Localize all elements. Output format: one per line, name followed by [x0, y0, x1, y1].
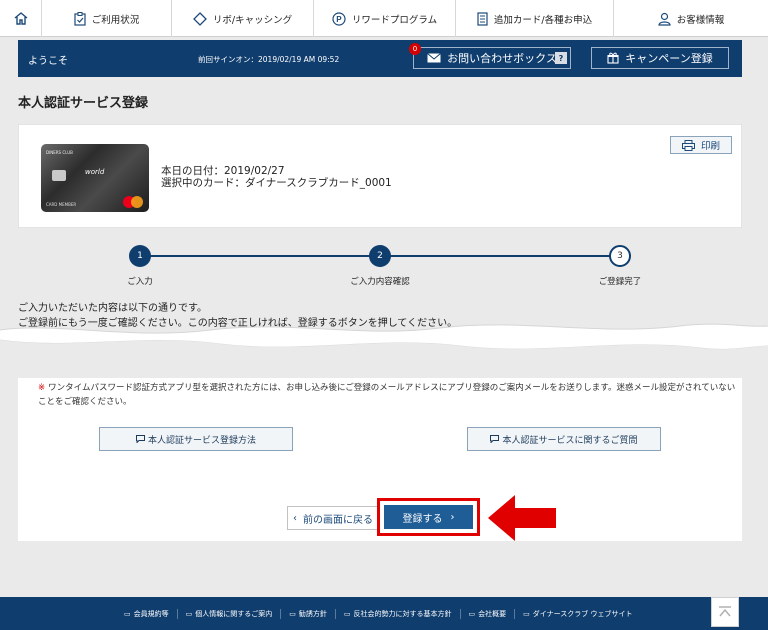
footer-link[interactable]: ▭ ダイナースクラブ ウェブサイト [515, 609, 640, 619]
step-2-circle: 2 [369, 245, 391, 267]
mastercard-logo-icon [123, 196, 143, 208]
nav-item-label: お客様情報 [676, 14, 725, 26]
intro-line-1: ご入力いただいた内容は以下の通りです。 [18, 303, 207, 314]
nav-item-customer-info[interactable]: お客様情報 [614, 0, 768, 37]
gift-icon [607, 52, 619, 64]
faq-link-button[interactable]: 本人認証サービスに関するご質問 [467, 427, 661, 451]
print-button[interactable]: 印刷 [670, 136, 732, 154]
welcome-bar: ようこそ 前回サインオン：2019/02/19 AM 09:52 0 お問い合わ… [18, 40, 742, 77]
step-1-circle: 1 [129, 245, 151, 267]
inquiry-box-label: お問い合わせボックス [447, 52, 557, 65]
notice-mark: ※ [38, 383, 46, 393]
nav-item-label: リワードプログラム [351, 14, 438, 26]
form-action-bar: ‹ 前の画面に戻る 登録する › [18, 498, 742, 537]
mail-icon [427, 53, 441, 63]
svg-text:P: P [336, 15, 342, 24]
speech-bubble-icon [135, 435, 145, 443]
back-to-top-button[interactable] [711, 597, 739, 627]
welcome-greeting: ようこそ [28, 56, 68, 67]
speech-bubble-icon [490, 435, 500, 443]
notice-body: ワンタイムパスワード認証方式アプリ型を選択された方には、お申し込み後にご登録のメ… [38, 383, 736, 407]
person-icon [658, 12, 671, 26]
nav-item-label: ご利用状況 [91, 14, 140, 26]
step-3-label: ご登録完了 [598, 277, 642, 287]
howto-link-label: 本人認証サービス登録方法 [147, 435, 256, 446]
printer-icon [681, 139, 695, 151]
home-button[interactable] [0, 0, 42, 37]
back-button[interactable]: ‹ 前の画面に戻る [287, 506, 379, 530]
speech-bubble-icon: ▭ [523, 609, 530, 618]
footer-link[interactable]: ▭ 勧誘方針 [281, 608, 336, 619]
back-button-label: 前の画面に戻る [303, 514, 373, 526]
faq-link-label: 本人認証サービスに関するご質問 [502, 435, 638, 446]
nav-item-revolving[interactable]: リボ/キャッシング [172, 0, 314, 37]
help-button[interactable]: ? [555, 52, 567, 64]
selected-card: 選択中のカード：ダイナースクラブカード_0001 [161, 177, 392, 189]
today-date: 本日の日付：2019/02/27 [161, 165, 285, 177]
clipboard-check-icon [74, 11, 86, 26]
campaign-register-button[interactable]: キャンペーン登録 [591, 47, 729, 69]
nav-item-applications[interactable]: 追加カード/各種お申込 [456, 0, 614, 37]
nav-item-label: リボ/キャッシング [212, 14, 293, 26]
step-3-circle: 3 [609, 245, 631, 267]
p-circle-icon: P [332, 11, 346, 26]
step-2-label: ご入力内容確認 [350, 277, 410, 287]
nav-item-usage[interactable]: ご利用状況 [42, 0, 172, 37]
footer-link[interactable]: ▭ 個人情報に関するご案内 [178, 608, 282, 619]
submit-register-button[interactable]: 登録する › [384, 505, 473, 529]
submit-button-label: 登録する [402, 513, 443, 525]
howto-link-button[interactable]: 本人認証サービス登録方法 [99, 427, 293, 451]
diamond-icon [192, 11, 207, 26]
nav-item-label: 追加カード/各種お申込 [493, 14, 593, 26]
chevron-left-icon: ‹ [293, 512, 297, 524]
footer-link[interactable]: ▭ 会員規約等 [116, 608, 178, 619]
inquiry-count-badge: 0 [409, 43, 421, 55]
speech-bubble-icon: ▭ [468, 609, 476, 618]
nav-item-rewards[interactable]: P リワードプログラム [314, 0, 456, 37]
arrow-up-icon [719, 606, 731, 617]
notice-text: ※ ワンタイムパスワード認証方式アプリ型を選択された方には、お申し込み後にご登録の… [38, 382, 738, 409]
page-title: 本人認証サービス登録 [18, 96, 149, 111]
home-icon [14, 12, 27, 25]
footer-link[interactable]: ▭ 反社会的勢力に対する基本方針 [336, 608, 461, 619]
card-info-panel: DINERS CLUB world CARD MEMBER 本日の日付：2019… [18, 124, 742, 228]
speech-bubble-icon: ▭ [185, 609, 193, 618]
card-member-text: CARD MEMBER [46, 202, 77, 207]
credit-card-image: DINERS CLUB world CARD MEMBER [41, 144, 149, 212]
print-label: 印刷 [700, 141, 720, 152]
footer: ▭ 会員規約等 ▭ 個人情報に関するご案内 ▭ 勧誘方針 ▭ 反社会的勢力に対する基本方… [0, 597, 768, 630]
inquiry-box-button[interactable]: 0 お問い合わせボックス [409, 43, 571, 69]
card-brand-text: world [85, 168, 105, 176]
last-signin: 前回サインオン：2019/02/19 AM 09:52 [198, 55, 340, 64]
card-issuer-text: DINERS CLUB [46, 150, 73, 155]
card-chip [52, 170, 66, 181]
document-icon [477, 11, 488, 26]
chevron-right-icon: › [450, 511, 455, 523]
submit-highlight-frame: 登録する › [377, 498, 480, 536]
footer-link[interactable]: ▭ 会社概要 [461, 608, 516, 619]
red-arrow-pointer-icon [488, 495, 556, 541]
speech-bubble-icon: ▭ [343, 609, 351, 618]
campaign-register-label: キャンペーン登録 [625, 52, 713, 65]
torn-edge-divider [0, 323, 768, 376]
top-nav: ご利用状況 リボ/キャッシング P リワードプログラム 追加カード/各種お申込 … [0, 0, 768, 37]
speech-bubble-icon: ▭ [124, 609, 131, 618]
step-1-label: ご入力 [127, 277, 153, 287]
card-details: 本日の日付：2019/02/27 選択中のカード：ダイナースクラブカード_000… [161, 165, 392, 189]
speech-bubble-icon: ▭ [289, 609, 296, 618]
